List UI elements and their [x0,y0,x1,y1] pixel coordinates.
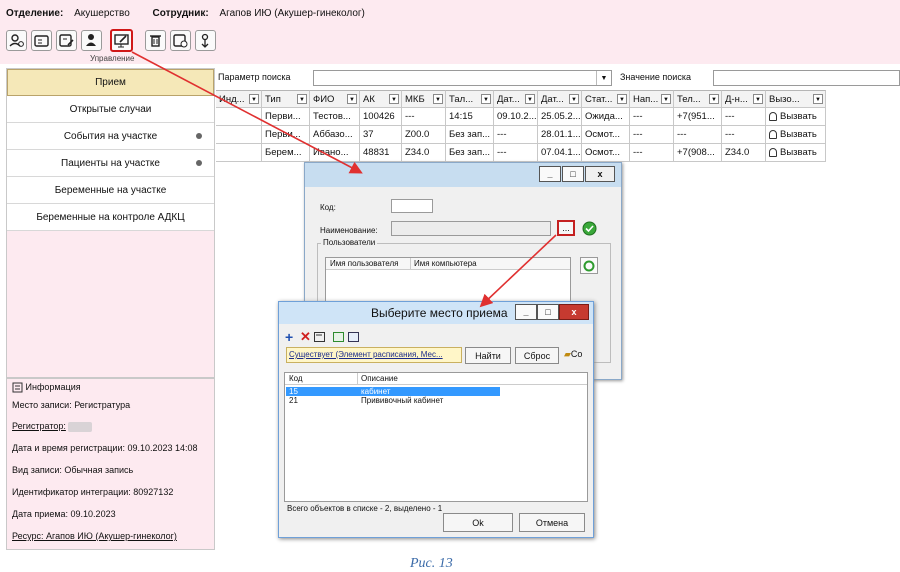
figure-caption: Рис. 13 [410,556,453,571]
annotation-arrows [131,51,557,308]
arrow-1 [131,51,363,174]
arrow-2 [479,234,557,308]
